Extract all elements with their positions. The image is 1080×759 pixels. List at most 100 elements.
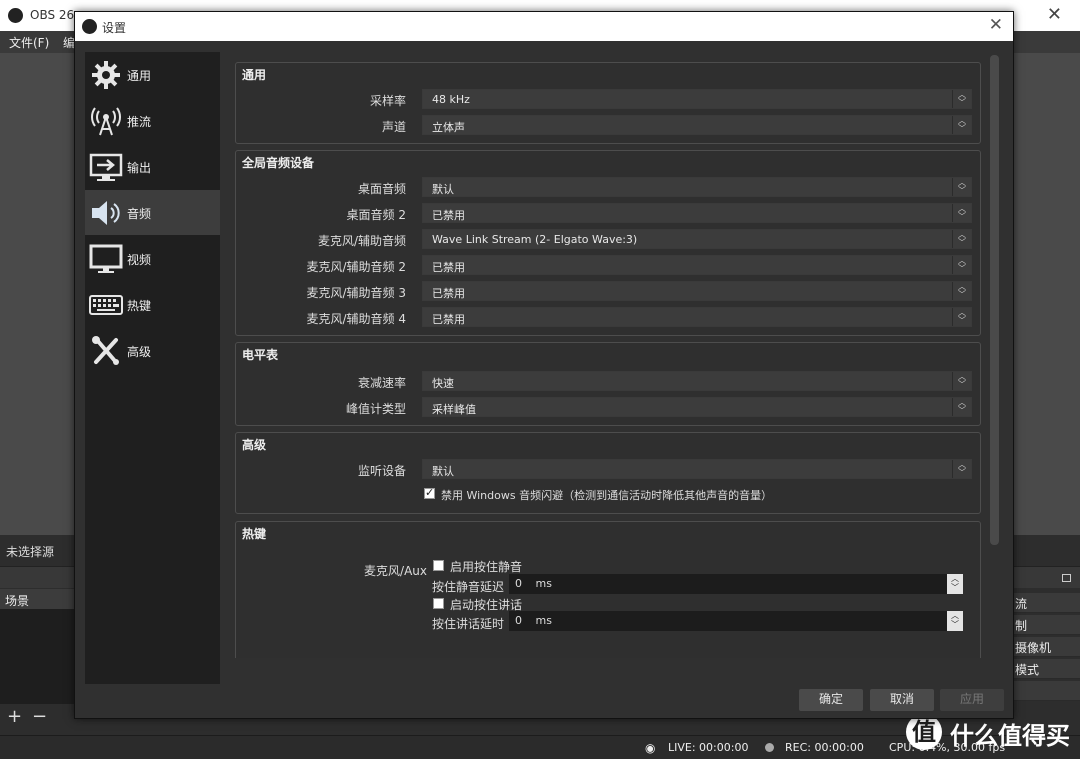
updown-icon: ︿ ﹀ — [952, 282, 971, 300]
sidebar-item-label: 音频 — [127, 207, 152, 221]
push-to-talk-delay-label: 按住讲话延时 — [432, 617, 505, 631]
obs-logo-icon — [8, 8, 23, 23]
hotkeys-group: 热键 麦克风/Aux 启用按住静音 按住静音延迟 0 ms ︿ ﹀ 启动按住讲话 … — [235, 521, 981, 658]
mic-aux-label: 麦克风/辅助音频 — [317, 234, 406, 248]
sidebar-item-hotkeys[interactable]: 热键 — [85, 282, 220, 327]
dialog-title: 设置 — [102, 21, 127, 35]
push-to-mute-delay-value: 0 — [515, 577, 522, 590]
spin-arrows-icon[interactable]: ︿ ﹀ — [947, 611, 963, 631]
ms-unit: ms — [535, 614, 552, 627]
sidebar-item-label: 通用 — [127, 69, 152, 83]
monitor-icon — [89, 243, 123, 275]
updown-icon: ︿ ﹀ — [952, 116, 971, 134]
scenes-list[interactable] — [0, 609, 74, 704]
sidebar-item-stream[interactable]: 推流 — [85, 98, 220, 143]
decay-rate-value: 快速 — [432, 377, 454, 390]
ducking-checkbox[interactable] — [424, 486, 435, 499]
updown-icon: ︿ ﹀ — [952, 178, 971, 196]
desktop-audio-select[interactable]: 默认 ︿ ﹀ — [422, 177, 972, 197]
monitor-device-value: 默认 — [432, 465, 454, 478]
decay-rate-label: 衰减速率 — [357, 376, 406, 390]
settings-button[interactable] — [1014, 681, 1080, 701]
dialog-titlebar: 设置 ✕ — [75, 12, 1013, 41]
content-scrollbar[interactable] — [990, 55, 999, 545]
close-icon[interactable]: ✕ — [989, 15, 1003, 35]
ms-unit: ms — [535, 577, 552, 590]
peak-meter-value: 采样峰值 — [432, 403, 476, 416]
decay-rate-select[interactable]: 快速 ︿ ﹀ — [422, 371, 972, 391]
sidebar-item-audio[interactable]: 音频 — [85, 190, 220, 235]
mic-aux-4-value: 已禁用 — [432, 313, 465, 326]
desktop-audio-label: 桌面音频 — [357, 182, 406, 196]
hotkey-source-label: 麦克风/Aux — [364, 564, 427, 578]
ok-button[interactable]: 确定 — [799, 689, 863, 711]
peak-meter-select[interactable]: 采样峰值 ︿ ﹀ — [422, 397, 972, 417]
desktop-audio-2-select[interactable]: 已禁用 ︿ ﹀ — [422, 203, 972, 223]
start-recording-button[interactable]: 制 — [1014, 615, 1080, 635]
broadcast-icon — [89, 105, 123, 137]
channels-select[interactable]: 立体声 ︿ ﹀ — [422, 115, 972, 135]
studio-mode-button[interactable]: 模式 — [1014, 659, 1080, 679]
main-close-icon[interactable]: ✕ — [1047, 4, 1062, 25]
apply-button[interactable]: 应用 — [940, 689, 1004, 711]
remove-scene-button[interactable]: − — [32, 706, 47, 727]
sidebar-item-label: 热键 — [127, 299, 152, 313]
push-to-talk-delay-spinbox[interactable]: 0 ms ︿ ﹀ — [509, 611, 963, 631]
mic-aux-2-label: 麦克风/辅助音频 2 — [306, 260, 407, 274]
scenes-header: 场景 — [0, 589, 74, 609]
menu-file[interactable]: 文件(F) — [9, 34, 49, 51]
scenes-label: 场景 — [5, 594, 30, 608]
updown-icon: ︿ ﹀ — [952, 372, 971, 390]
sidebar-item-general[interactable]: 通用 — [85, 52, 220, 97]
keyboard-icon — [89, 289, 123, 321]
dock-float-icon[interactable] — [1062, 574, 1071, 582]
push-to-talk-checkbox[interactable] — [433, 598, 444, 609]
mic-aux-4-select[interactable]: 已禁用 ︿ ﹀ — [422, 307, 972, 327]
main-window-title: OBS 26. — [30, 8, 78, 22]
sample-rate-select[interactable]: 48 kHz ︿ ﹀ — [422, 89, 972, 109]
audio-settings-content: 通用 采样率 48 kHz ︿ ﹀ 声道 立体声 ︿ ﹀ 全局音频设备 桌面音频 默… — [233, 52, 983, 658]
add-scene-button[interactable]: + — [7, 706, 22, 727]
peak-meter-label: 峰值计类型 — [345, 402, 406, 416]
ducking-label: 禁用 Windows 音频闪避（检测到通信活动时降低其他声音的音量） — [441, 489, 773, 502]
start-streaming-button[interactable]: 流 — [1014, 593, 1080, 613]
push-to-mute-delay-label: 按住静音延迟 — [432, 580, 505, 594]
rec-time: REC: 00:00:00 — [785, 741, 864, 754]
updown-icon: ︿ ﹀ — [952, 398, 971, 416]
cancel-button[interactable]: 取消 — [870, 689, 934, 711]
settings-dialog: 设置 ✕ 通用 推流 输出 音频 视频 热键 高级 通用 采样率 48 kHz … — [74, 11, 1014, 719]
rec-indicator-icon — [765, 743, 774, 752]
sidebar-item-video[interactable]: 视频 — [85, 236, 220, 281]
sidebar-item-label: 高级 — [127, 345, 152, 359]
channels-label: 声道 — [381, 120, 406, 134]
no-source-label: 未选择源 — [6, 545, 55, 559]
sidebar-item-output[interactable]: 输出 — [85, 144, 220, 189]
watermark-logo: 值 — [906, 714, 942, 750]
updown-icon: ︿ ﹀ — [952, 204, 971, 222]
output-icon — [89, 151, 123, 183]
live-indicator-icon: ◉ — [645, 741, 656, 755]
updown-icon: ︿ ﹀ — [952, 90, 971, 108]
updown-icon: ︿ ﹀ — [952, 460, 971, 478]
speaker-icon — [89, 197, 123, 229]
general-group: 通用 采样率 48 kHz ︿ ﹀ 声道 立体声 ︿ ﹀ — [235, 62, 981, 144]
mic-aux-2-select[interactable]: 已禁用 ︿ ﹀ — [422, 255, 972, 275]
push-to-mute-delay-spinbox[interactable]: 0 ms ︿ ﹀ — [509, 574, 963, 594]
monitor-device-select[interactable]: 默认 ︿ ﹀ — [422, 459, 972, 479]
updown-icon: ︿ ﹀ — [952, 256, 971, 274]
mic-aux-3-value: 已禁用 — [432, 287, 465, 300]
sidebar-item-label: 推流 — [127, 115, 152, 129]
sample-rate-label: 采样率 — [369, 94, 406, 108]
desktop-audio-2-label: 桌面音频 2 — [346, 208, 406, 222]
group-title: 全局音频设备 — [242, 156, 315, 170]
virtual-camera-button[interactable]: 摄像机 — [1014, 637, 1080, 657]
mic-aux-select[interactable]: Wave Link Stream (2- Elgato Wave:3) ︿ ﹀ — [422, 229, 972, 249]
spin-arrows-icon[interactable]: ︿ ﹀ — [947, 574, 963, 594]
desktop-audio-value: 默认 — [432, 183, 454, 196]
push-to-mute-checkbox[interactable] — [433, 560, 444, 571]
sidebar-item-advanced[interactable]: 高级 — [85, 328, 220, 373]
push-to-mute-label: 启用按住静音 — [450, 560, 523, 574]
channels-value: 立体声 — [432, 121, 465, 134]
mic-aux-3-select[interactable]: 已禁用 ︿ ﹀ — [422, 281, 972, 301]
updown-icon: ︿ ﹀ — [952, 230, 971, 248]
